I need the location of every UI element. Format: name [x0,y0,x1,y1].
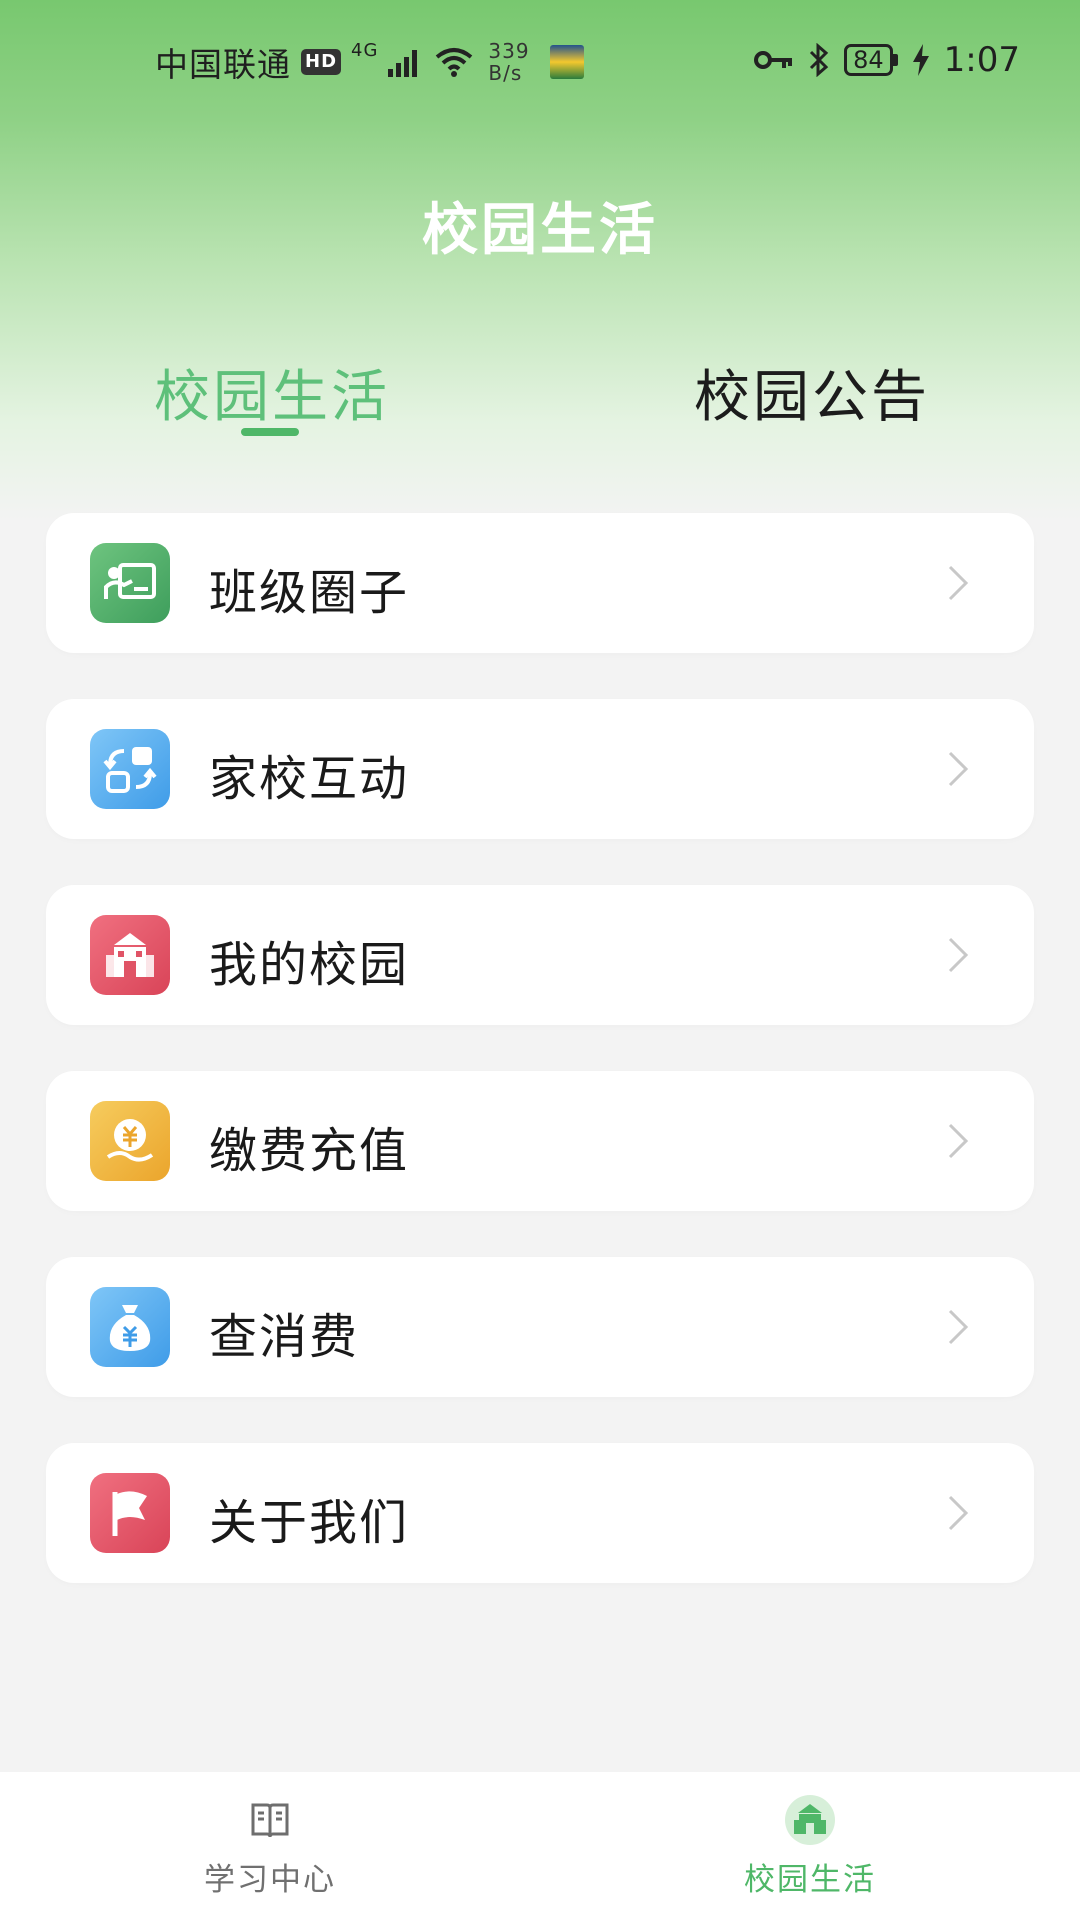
interaction-icon [90,729,170,809]
menu-item-class-circle[interactable]: 班级圈子 [46,513,1034,653]
menu-item-check-spending[interactable]: 查消费 [46,1257,1034,1397]
tab-campus-life[interactable]: 校园生活 [154,352,390,433]
book-icon [244,1794,296,1846]
key-icon [754,51,793,69]
hd-badge: HD [301,49,342,75]
chevron-right-icon [948,565,969,601]
menu-item-label: 关于我们 [209,1495,410,1551]
network-speed: 339 B/s [488,40,529,84]
menu-item-about-us[interactable]: 关于我们 [46,1443,1034,1583]
menu-item-label: 家校互动 [209,751,410,807]
network-type: 4G [351,39,379,61]
clock: 1:07 [943,40,1020,80]
status-bar-right: 84 1:07 [754,40,1020,80]
app-notification-icon [549,45,584,79]
menu-item-label: 缴费充值 [209,1123,410,1179]
speed-value: 339 [488,39,530,63]
money-bag-icon [90,1287,170,1367]
menu-item-label: 查消费 [209,1309,360,1365]
status-bar: 中国联通 HD 4G 339 B/s 84 1:07 [0,0,1080,130]
menu-list: 班级圈子 家校互动 我的校园 缴费充值 查消费 关于我们 [46,513,1034,1629]
signal-icon [388,50,418,77]
nav-label: 校园生活 [744,1862,876,1898]
nav-item-study-center[interactable]: 学习中心 [140,1794,400,1899]
bottom-nav: 学习中心 校园生活 [0,1772,1080,1920]
campus-icon [784,1794,836,1846]
tab-active-indicator [241,428,299,436]
bluetooth-icon [810,43,829,77]
chevron-right-icon [948,937,969,973]
wifi-icon [436,48,473,77]
page-title: 校园生活 [422,198,658,263]
battery-indicator: 84 [844,44,898,76]
tab-campus-notice[interactable]: 校园公告 [694,352,930,433]
battery-tip [892,54,898,66]
nav-item-campus-life[interactable]: 校园生活 [680,1794,940,1899]
payment-icon [90,1101,170,1181]
speed-unit: B/s [488,61,523,85]
menu-item-payment[interactable]: 缴费充值 [46,1071,1034,1211]
flag-icon [90,1473,170,1553]
menu-item-label: 班级圈子 [209,565,410,621]
status-bar-left: 中国联通 HD 4G 339 B/s [155,38,584,86]
menu-item-label: 我的校园 [209,937,410,993]
charging-icon [912,44,929,76]
carrier-name: 中国联通 [155,45,291,84]
nav-label: 学习中心 [204,1862,336,1898]
school-building-icon [90,915,170,995]
chevron-right-icon [948,1495,969,1531]
chevron-right-icon [948,1123,969,1159]
menu-item-home-school[interactable]: 家校互动 [46,699,1034,839]
classroom-icon [90,543,170,623]
menu-item-my-campus[interactable]: 我的校园 [46,885,1034,1025]
chevron-right-icon [948,751,969,787]
chevron-right-icon [948,1309,969,1345]
battery-level: 84 [844,44,893,76]
